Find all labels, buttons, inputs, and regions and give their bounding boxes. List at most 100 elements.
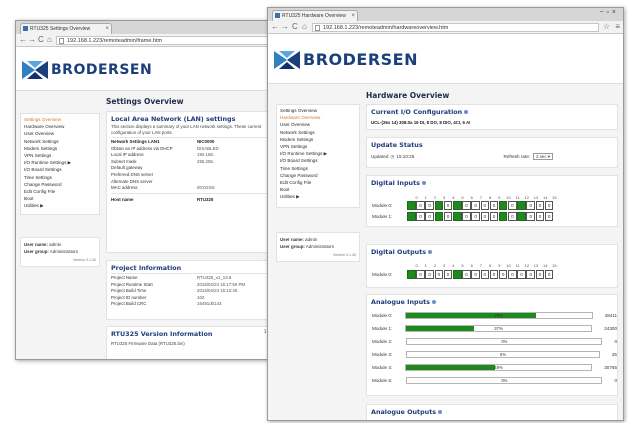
close-tab-icon[interactable]: × [105, 24, 109, 34]
sidebar-item[interactable]: Network Settings [21, 138, 99, 145]
io-channel-cell[interactable]: 0 [508, 201, 517, 210]
io-channel-cell[interactable]: 0 [489, 270, 499, 279]
sidebar-item[interactable]: User Overview [21, 130, 99, 137]
io-channel-cell[interactable] [434, 212, 444, 221]
io-channel-cell[interactable]: 0 [544, 270, 554, 279]
io-channel-cell[interactable]: 0 [517, 270, 526, 279]
sidebar-item[interactable]: I/O Runtime Settings ▶ [21, 159, 99, 166]
sidebar-item[interactable]: Change Password [21, 181, 99, 188]
io-channel-cell[interactable]: 0 [471, 201, 480, 210]
home-icon[interactable]: ⌂ [302, 22, 307, 31]
sidebar-item[interactable]: Change Password [277, 172, 359, 179]
io-channel-cell[interactable]: 0 [471, 270, 480, 279]
sidebar-item[interactable]: Modem Settings [277, 136, 359, 143]
io-channel-cell[interactable]: 0 [462, 212, 471, 221]
url-field[interactable]: 192.168.1.223/remoteadmin/hardwareovervi… [312, 23, 599, 32]
io-channel-cell[interactable]: 0 [526, 201, 536, 210]
io-channel-cell[interactable]: 0 [489, 201, 499, 210]
sidebar-item[interactable]: Utilities ▶ [21, 202, 99, 209]
sidebar-item[interactable]: I/O Board Settings [21, 166, 99, 173]
info-icon[interactable] [464, 110, 469, 114]
back-icon[interactable]: ← [19, 35, 27, 44]
io-channel-cell[interactable] [452, 212, 462, 221]
sidebar-item[interactable]: Utilities ▶ [277, 193, 359, 200]
sidebar-item[interactable]: Network Settings [277, 129, 359, 136]
io-channel-cell[interactable] [407, 212, 416, 221]
sidebar-item[interactable]: VPN Settings [21, 152, 99, 159]
browser-tab[interactable]: RTU325 Hardware Overview × [272, 10, 358, 21]
io-channel-cell[interactable]: 0 [425, 212, 434, 221]
window-controls[interactable]: −▫× [599, 9, 619, 16]
sidebar-item[interactable]: Hardware Overview [21, 123, 99, 130]
io-channel-cell[interactable]: 0 [535, 212, 545, 221]
browser-tab[interactable]: RTU325 Settings Overview × [20, 23, 112, 34]
sidebar-item[interactable]: Boot [21, 195, 99, 202]
forward-icon[interactable]: → [281, 22, 289, 31]
io-channel-cell[interactable]: 0 [434, 270, 444, 279]
io-channel-cell[interactable]: 0 [508, 212, 517, 221]
io-channel-cell[interactable]: 0 [508, 270, 517, 279]
io-channel-cell[interactable]: 0 [535, 201, 545, 210]
io-channel-cell[interactable] [452, 270, 462, 279]
favicon-icon [23, 26, 28, 31]
sidebar-item[interactable]: I/O Board Settings [277, 157, 359, 164]
sidebar-item[interactable]: Edit Config File [277, 179, 359, 186]
info-icon[interactable] [431, 300, 436, 304]
io-channel-cell[interactable]: 0 [526, 212, 536, 221]
forward-icon[interactable]: → [28, 35, 36, 44]
close-tab-icon[interactable]: × [351, 11, 355, 21]
sidebar-item[interactable]: Settings Overview [21, 116, 99, 123]
sidebar-item[interactable]: Boot [277, 186, 359, 193]
io-channel-cell[interactable]: 0 [480, 201, 490, 210]
io-channel-cell[interactable]: 0 [462, 201, 471, 210]
io-channel-cell[interactable]: 0 [498, 270, 508, 279]
io-channel-cell[interactable] [452, 201, 462, 210]
io-channel-cell[interactable]: 0 [544, 212, 554, 221]
sidebar-item[interactable]: I/O Runtime Settings ▶ [277, 150, 359, 157]
io-channel-cell[interactable]: 0 [462, 270, 471, 279]
io-channel-cell[interactable]: 0 [480, 270, 490, 279]
sidebar-item[interactable]: Edit Config File [21, 188, 99, 195]
info-icon[interactable] [438, 410, 443, 414]
io-channel-cell[interactable] [498, 212, 508, 221]
info-icon[interactable] [421, 181, 426, 185]
bookmark-star-icon[interactable]: ☆ [603, 22, 610, 31]
sidebar-item[interactable]: Hardware Overview [277, 114, 359, 121]
io-channel-cell[interactable] [517, 212, 526, 221]
menu-icon[interactable]: ≡ [615, 22, 620, 31]
io-channel-cell[interactable] [517, 201, 526, 210]
io-channel-cell[interactable]: 0 [526, 270, 536, 279]
io-channel-cell[interactable]: 0 [544, 201, 554, 210]
back-icon[interactable]: ← [271, 22, 279, 31]
io-channel-cell[interactable]: 0 [425, 270, 434, 279]
io-channel-cell[interactable] [407, 201, 416, 210]
io-channel-cell[interactable]: 0 [416, 201, 425, 210]
home-icon[interactable]: ⌂ [47, 35, 52, 44]
sidebar-item[interactable]: Time Settings [277, 165, 359, 172]
user-group-value: Administrators [305, 244, 334, 249]
io-channel-cell[interactable]: 0 [425, 201, 434, 210]
io-channel-cell[interactable]: 0 [416, 270, 425, 279]
io-channel-cell[interactable]: 0 [443, 201, 453, 210]
sidebar-item[interactable]: VPN Settings [277, 143, 359, 150]
io-channel-cell[interactable]: 0 [489, 212, 499, 221]
io-channel-cell[interactable]: 0 [480, 212, 490, 221]
info-icon[interactable] [428, 250, 433, 254]
io-channel-cell[interactable] [407, 270, 416, 279]
io-channel-cell[interactable] [498, 201, 508, 210]
sidebar-item[interactable]: Time Settings [21, 174, 99, 181]
reload-icon[interactable]: C [292, 22, 298, 31]
sidebar-item[interactable]: Modem Settings [21, 145, 99, 152]
io-channel-cell[interactable]: 0 [471, 212, 480, 221]
channel-number: 11 [515, 263, 520, 268]
sidebar-item[interactable]: Settings Overview [277, 107, 359, 114]
sidebar-item[interactable]: User Overview [277, 121, 359, 128]
io-channel-cell[interactable]: 0 [443, 270, 453, 279]
refresh-rate-select[interactable]: 2 sec ▾ [533, 153, 553, 160]
reload-icon[interactable]: C [38, 35, 44, 44]
io-channel-cell[interactable]: 0 [535, 270, 545, 279]
io-channel-cell[interactable]: 0 [416, 212, 425, 221]
url-field[interactable]: 192.168.1.223/remoteadmin/frame.htm [56, 36, 272, 45]
io-channel-cell[interactable]: 0 [443, 212, 453, 221]
io-channel-cell[interactable] [434, 201, 444, 210]
